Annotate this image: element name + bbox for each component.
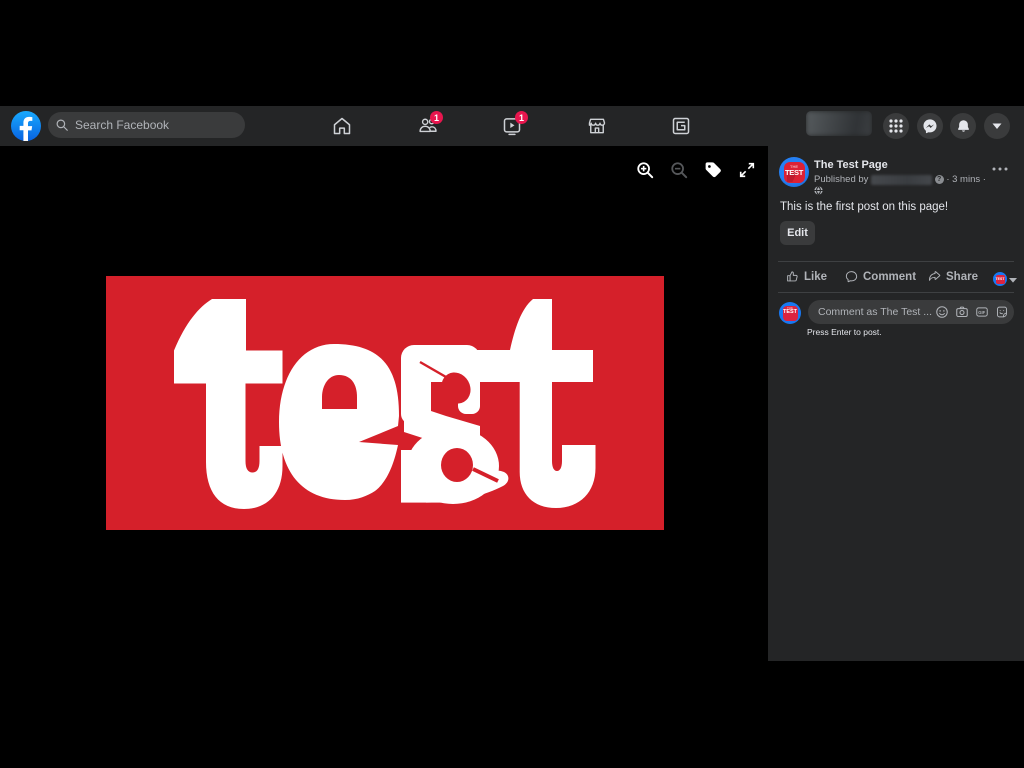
svg-text:GIF: GIF [978, 310, 985, 315]
